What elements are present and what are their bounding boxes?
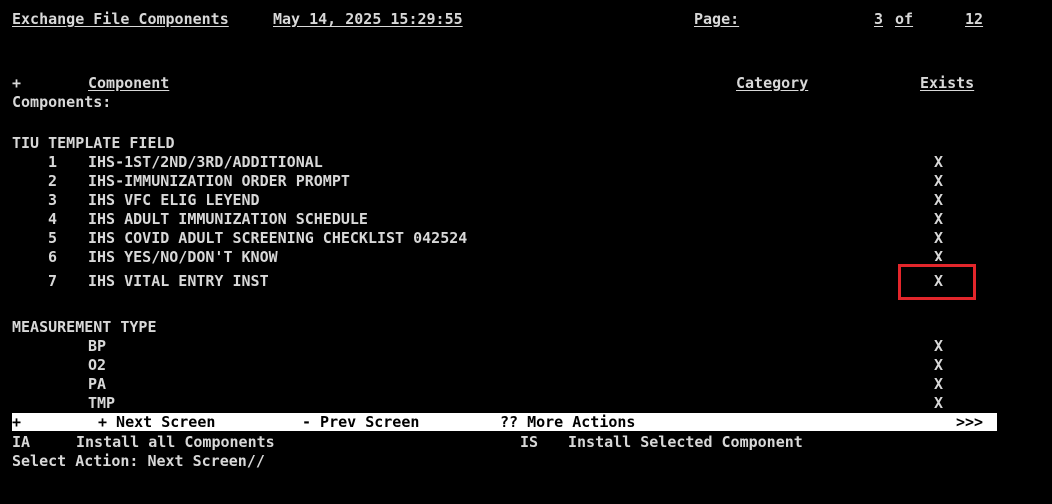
exists-mark: X (934, 337, 944, 355)
install-all-action[interactable]: Install all Components (76, 433, 275, 451)
column-category: Category (736, 74, 809, 92)
nav-plus: + (12, 413, 22, 431)
row-number: 4 (48, 210, 58, 228)
component-name: IHS-1ST/2ND/3RD/ADDITIONAL (88, 153, 323, 171)
component-name: IHS YES/NO/DON'T KNOW (88, 248, 278, 266)
terminal-window[interactable]: Exchange File Components May 14, 2025 15… (0, 0, 1052, 504)
component-name: O2 (88, 356, 107, 374)
exists-mark: X (934, 191, 944, 209)
column-component: Component (88, 74, 170, 92)
install-selected-action[interactable]: Install Selected Component (568, 433, 803, 451)
group-heading: MEASUREMENT TYPE (12, 318, 157, 336)
action-code-is[interactable]: IS (520, 433, 538, 451)
page-total: 12 (965, 10, 984, 28)
highlight-box (898, 264, 976, 300)
exists-mark: X (934, 153, 944, 171)
screen-title: Exchange File Components (12, 10, 229, 28)
exists-mark: X (934, 375, 944, 393)
group-heading: TIU TEMPLATE FIELD (12, 134, 175, 152)
row-number: 2 (48, 172, 58, 190)
component-name: IHS-IMMUNIZATION ORDER PROMPT (88, 172, 350, 190)
column-plus: + (12, 74, 22, 92)
exists-mark: X (934, 394, 944, 412)
component-name: BP (88, 337, 107, 355)
row-number: 5 (48, 229, 58, 247)
action-code-ia[interactable]: IA (12, 433, 30, 451)
exists-mark: X (934, 229, 944, 247)
next-screen-action[interactable]: + Next Screen (98, 413, 215, 431)
page-label: Page: (694, 10, 740, 28)
component-name: IHS COVID ADULT SCREENING CHECKLIST 0425… (88, 229, 468, 247)
component-name: IHS ADULT IMMUNIZATION SCHEDULE (88, 210, 368, 228)
page-current: 3 (874, 10, 884, 28)
datetime: May 14, 2025 15:29:55 (273, 10, 463, 28)
exists-mark: X (934, 210, 944, 228)
component-name: PA (88, 375, 107, 393)
component-name: IHS VITAL ENTRY INST (88, 272, 269, 290)
row-number: 7 (48, 272, 58, 290)
title-bar: Exchange File Components May 14, 2025 15… (12, 8, 997, 30)
column-exists: Exists (920, 74, 975, 92)
action-prompt[interactable]: Select Action: Next Screen// (12, 452, 265, 470)
exists-mark: X (934, 172, 944, 190)
prev-screen-action[interactable]: - Prev Screen (302, 413, 419, 431)
exists-mark: X (934, 356, 944, 374)
components-label: Components: (12, 93, 112, 111)
navigation-bar: + + Next Screen - Prev Screen ?? More Ac… (12, 413, 997, 431)
row-number: 1 (48, 153, 58, 171)
exists-mark: X (934, 248, 944, 261)
page-of: of (895, 10, 914, 28)
row-number: 6 (48, 248, 58, 266)
component-name: TMP (88, 394, 116, 412)
more-actions[interactable]: ?? More Actions (500, 413, 635, 431)
component-name: IHS VFC ELIG LEYEND (88, 191, 260, 209)
more-arrows-icon: >>> (956, 413, 984, 431)
row-number: 3 (48, 191, 58, 209)
